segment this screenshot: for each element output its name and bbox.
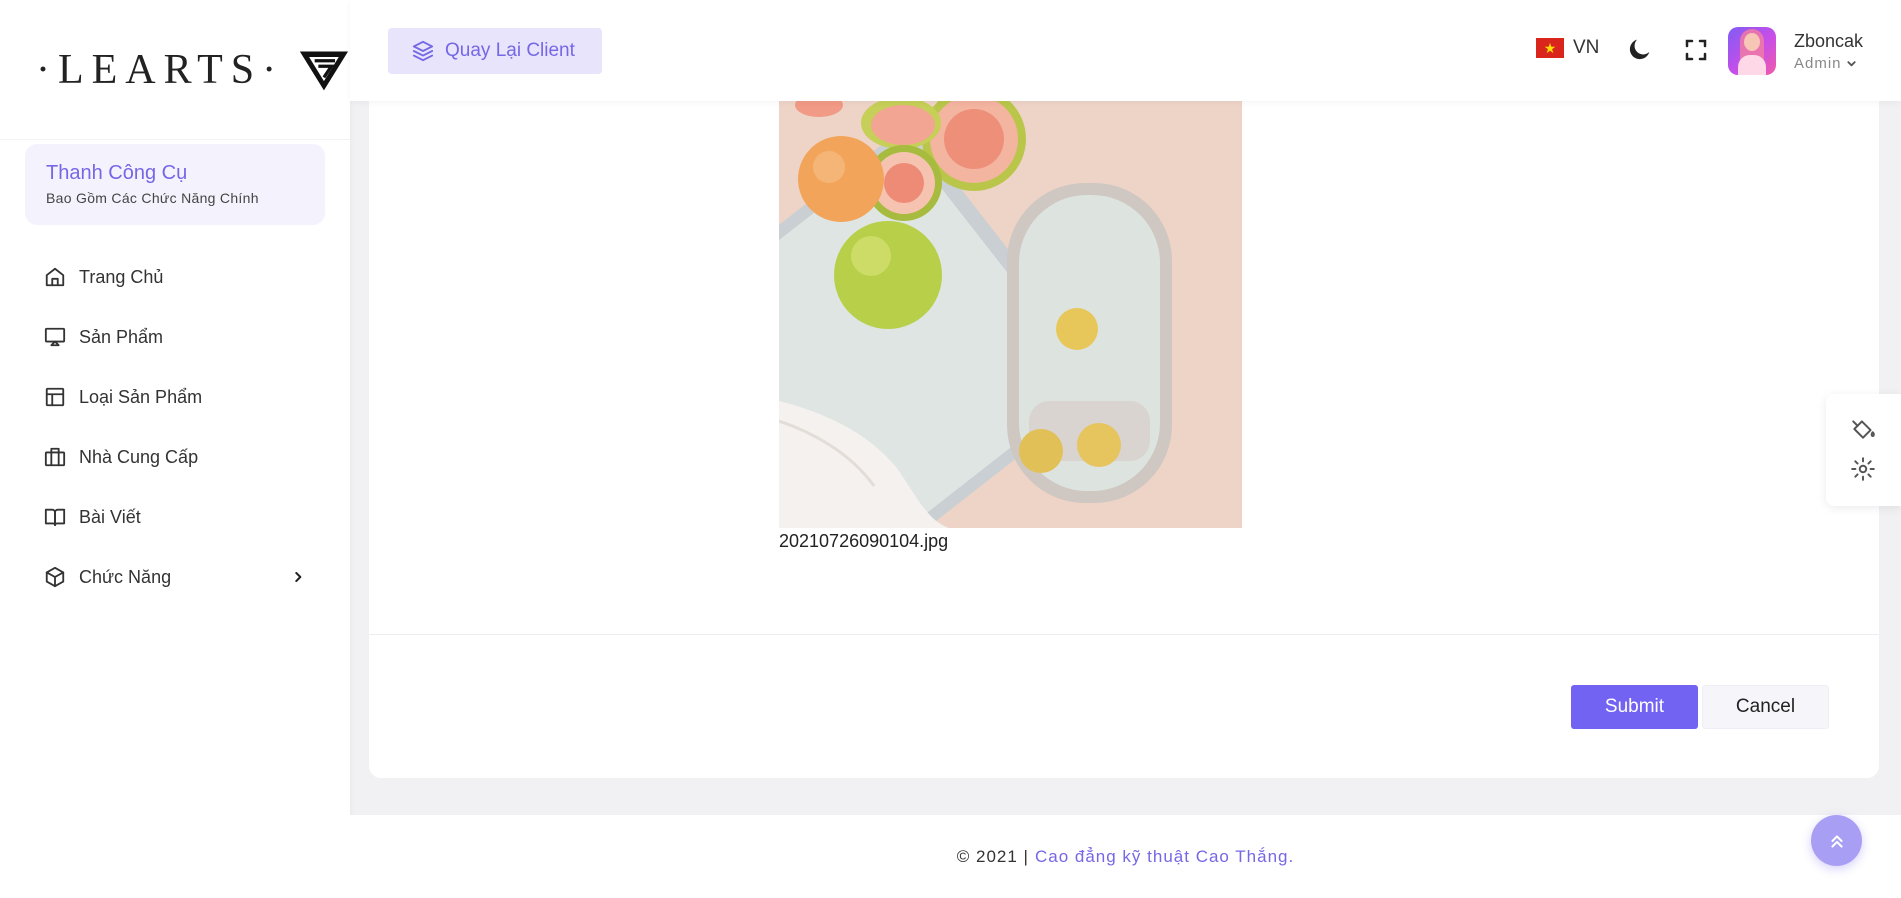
sidebar-item-label: Bài Viết	[79, 506, 141, 527]
sidebar-item-label: Loại Sản Phẩm	[79, 386, 203, 407]
avatar-head	[1744, 33, 1760, 51]
paint-bucket-icon[interactable]	[1850, 416, 1876, 442]
top-header: Quay Lại Client ★ VN Zboncak Admin	[350, 0, 1901, 101]
layers-icon	[412, 40, 434, 62]
uploaded-image-preview	[779, 101, 1242, 528]
back-to-client-button[interactable]: Quay Lại Client	[388, 28, 602, 74]
copyright-text: © 2021 |	[956, 846, 1029, 866]
dark-mode-moon-icon[interactable]	[1626, 35, 1654, 63]
toolbar-info-box: Thanh Công Cụ Bao Gồm Các Chức Năng Chín…	[25, 144, 325, 225]
sidebar-item-nha-cung-cap[interactable]: Nhà Cung Cấp	[0, 427, 350, 487]
fullscreen-icon[interactable]	[1684, 38, 1708, 62]
monitor-icon	[44, 327, 66, 347]
floating-settings-panel	[1826, 394, 1901, 506]
sidebar-item-san-pham[interactable]: Sản Phẩm	[0, 307, 350, 367]
avatar-body	[1738, 55, 1766, 75]
chevron-down-icon	[1846, 61, 1856, 67]
chevron-right-icon	[295, 571, 302, 583]
cancel-button[interactable]: Cancel	[1702, 685, 1829, 729]
sidebar-item-label: Chức Năng	[79, 566, 172, 587]
fruit-plates-photo	[779, 101, 1242, 528]
logo-text: ·LEARTS·	[36, 46, 285, 93]
sidebar-item-bai-viet[interactable]: Bài Viết	[0, 487, 350, 547]
book-icon	[44, 508, 66, 527]
toolbar-title: Thanh Công Cụ	[46, 162, 188, 184]
divider	[369, 634, 1879, 635]
user-role-text: Admin	[1794, 55, 1842, 72]
home-icon	[45, 267, 65, 287]
sidebar: ·LEARTS· Thanh Công Cụ Bao Gồm Các Chức …	[0, 0, 350, 898]
sidebar-item-trang-chu[interactable]: Trang Chủ	[0, 247, 350, 307]
gear-icon[interactable]	[1850, 456, 1876, 482]
sidebar-item-chuc-nang[interactable]: Chức Năng	[0, 547, 350, 607]
scroll-to-top-button[interactable]	[1811, 815, 1862, 866]
toolbar-subtitle: Bao Gồm Các Chức Năng Chính	[46, 190, 259, 206]
logo-mark-icon	[299, 50, 349, 90]
back-button-label: Quay Lại Client	[445, 40, 575, 61]
sidebar-item-label: Sản Phẩm	[79, 326, 164, 347]
user-role: Admin	[1794, 55, 1863, 72]
avatar[interactable]	[1728, 27, 1776, 75]
footer: © 2021 | Cao đẳng kỹ thuật Cao Thắng.	[350, 815, 1901, 898]
sidebar-item-loai-san-pham[interactable]: Loại Sản Phẩm	[0, 367, 350, 427]
double-chevron-up-icon	[1830, 834, 1843, 848]
user-menu[interactable]: Zboncak Admin	[1794, 31, 1863, 72]
vietnam-flag-icon: ★	[1536, 38, 1564, 58]
box-icon	[45, 566, 65, 588]
layout-icon	[45, 387, 65, 407]
image-file-name: 20210726090104.jpg	[779, 531, 949, 551]
form-card: 20210726090104.jpg Submit Cancel	[369, 70, 1879, 778]
briefcase-icon	[44, 447, 66, 467]
submit-button[interactable]: Submit	[1571, 685, 1698, 729]
language-selector[interactable]: ★ VN	[1536, 37, 1599, 59]
sidebar-item-label: Trang Chủ	[79, 266, 164, 287]
logo[interactable]: ·LEARTS·	[0, 0, 350, 140]
sidebar-item-label: Nhà Cung Cấp	[79, 446, 199, 467]
user-name: Zboncak	[1794, 31, 1864, 51]
footer-link[interactable]: Cao đẳng kỹ thuật Cao Thắng.	[1035, 847, 1294, 867]
sidebar-nav: Trang Chủ Sản Phẩm Loại Sản Phẩm Nhà Cun…	[0, 247, 350, 607]
language-code: VN	[1573, 37, 1600, 58]
